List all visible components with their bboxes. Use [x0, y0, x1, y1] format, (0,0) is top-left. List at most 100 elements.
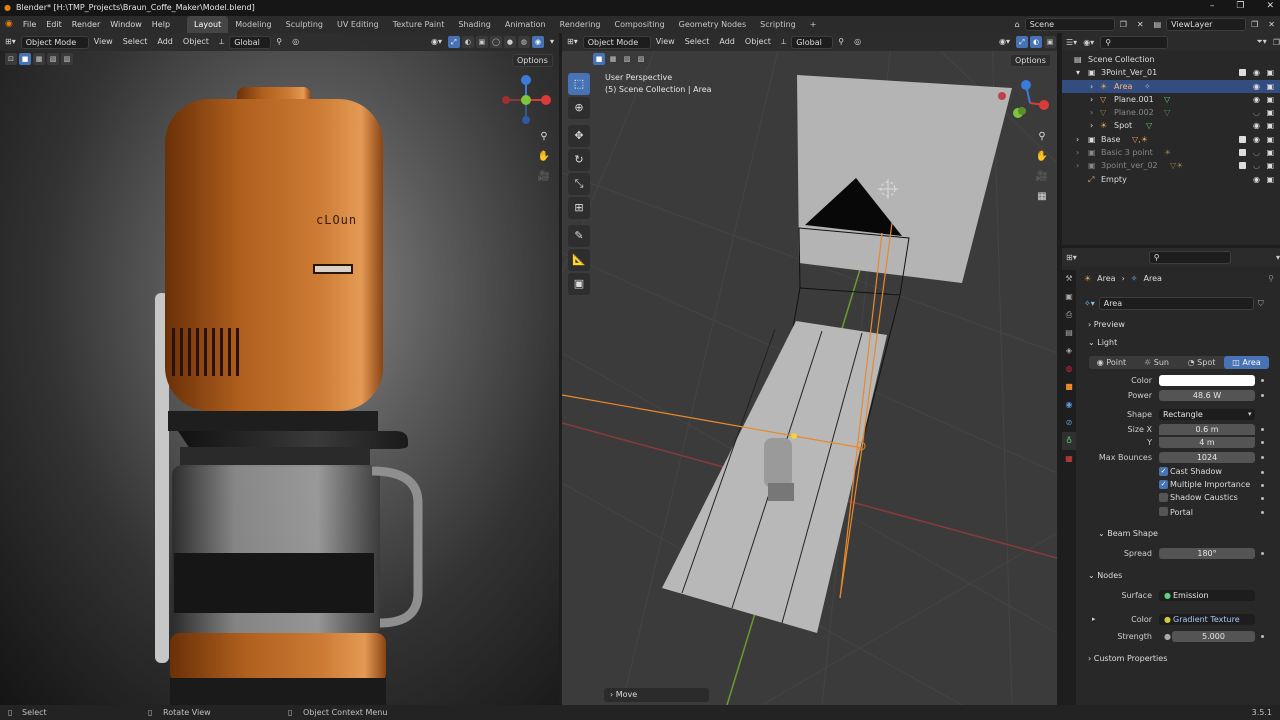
- outliner-item-base[interactable]: › ▣ Base ▽,☀ ◉ ▣: [1062, 133, 1280, 146]
- camera-icon[interactable]: ▣: [1266, 80, 1274, 93]
- keyframe-dot[interactable]: [1261, 497, 1264, 500]
- tab-texture-paint[interactable]: Texture Paint: [386, 16, 452, 33]
- output-tab-icon[interactable]: ⎙: [1062, 306, 1076, 324]
- select-new-icon[interactable]: ■: [593, 53, 605, 65]
- chevron-down-icon[interactable]: ▾: [1076, 66, 1080, 79]
- select-extend-icon[interactable]: ▦: [33, 53, 45, 65]
- exclude-checkbox[interactable]: [1239, 135, 1246, 143]
- eye-closed-icon[interactable]: ◡: [1253, 106, 1260, 119]
- strength-field[interactable]: 5.000: [1172, 631, 1255, 642]
- editor-type-icon[interactable]: ⊞▾: [562, 33, 583, 51]
- menu-object[interactable]: Object: [740, 33, 776, 51]
- editor-type-icon[interactable]: ⊞▾: [1066, 253, 1077, 262]
- camera-icon[interactable]: ▣: [1266, 173, 1274, 186]
- light-datablock-icon[interactable]: ✧▾: [1084, 299, 1095, 308]
- outliner-item-area[interactable]: › ☀ Area ✧ ◉ ▣: [1062, 79, 1280, 93]
- menu-edit[interactable]: Edit: [41, 16, 67, 33]
- keyframe-dot[interactable]: [1261, 428, 1264, 431]
- camera-icon[interactable]: ▣: [1266, 119, 1274, 132]
- blender-menu-icon[interactable]: ◉: [0, 16, 18, 33]
- keyframe-dot[interactable]: [1261, 394, 1264, 397]
- render-tab-icon[interactable]: ▣: [1062, 288, 1076, 306]
- keyframe-dot[interactable]: [1261, 552, 1264, 555]
- editor-type-icon[interactable]: ☰▾: [1066, 38, 1077, 47]
- orientation-select[interactable]: Global: [229, 35, 272, 49]
- transform-tool-icon[interactable]: ⊞: [568, 197, 590, 219]
- scene-field[interactable]: Scene: [1024, 18, 1115, 31]
- light-type-sun[interactable]: ☼ Sun: [1134, 356, 1179, 369]
- custom-properties-header[interactable]: › Custom Properties: [1088, 654, 1167, 663]
- rotate-tool-icon[interactable]: ↻: [568, 149, 590, 171]
- mode-select[interactable]: Object Mode: [20, 35, 89, 49]
- zoom-icon[interactable]: ⚲: [536, 129, 552, 145]
- keyframe-dot[interactable]: [1261, 441, 1264, 444]
- light-panel-header[interactable]: ⌄ Light: [1088, 338, 1117, 347]
- exclude-checkbox[interactable]: [1239, 149, 1246, 157]
- outliner-root[interactable]: ▤ Scene Collection: [1062, 53, 1280, 66]
- gizmo-toggle-icon[interactable]: ⤢: [447, 36, 460, 48]
- nodes-panel-header[interactable]: ⌄ Nodes: [1088, 571, 1122, 580]
- keyframe-dot[interactable]: [1261, 484, 1264, 487]
- view-layer-field[interactable]: ViewLayer: [1166, 18, 1247, 31]
- camera-icon[interactable]: ▣: [1266, 133, 1274, 146]
- navigation-gizmo[interactable]: [1010, 73, 1056, 125]
- editor-type-icon[interactable]: ⊞▾: [0, 33, 21, 51]
- overlay-toggle-icon[interactable]: ◐: [1030, 36, 1042, 48]
- world-tab-icon[interactable]: ◍: [1062, 360, 1076, 378]
- gizmo-toggle-icon[interactable]: ⤢: [1016, 36, 1028, 48]
- zoom-icon[interactable]: ⚲: [1034, 129, 1050, 145]
- scale-tool-icon[interactable]: ⤡: [568, 173, 590, 195]
- light-type-point[interactable]: ◉ Point: [1089, 356, 1134, 369]
- camera-icon[interactable]: ▣: [1266, 66, 1274, 79]
- view-layer-remove-icon[interactable]: ✕: [1263, 16, 1280, 33]
- light-data-tab-icon[interactable]: ♁: [1062, 432, 1076, 450]
- new-collection-icon[interactable]: ❐: [1273, 38, 1280, 47]
- tab-animation[interactable]: Animation: [498, 16, 553, 33]
- select-subtract-icon[interactable]: ▧: [47, 53, 59, 65]
- camera-icon[interactable]: ▣: [1266, 146, 1274, 159]
- tab-uv-editing[interactable]: UV Editing: [330, 16, 386, 33]
- viewport-right[interactable]: ⊞▾ Object Mode View Select Add Object ⟂ …: [562, 33, 1057, 705]
- viewport-left[interactable]: cLOun ⊞▾ Object Mode View Select Add Obj…: [0, 33, 559, 705]
- select-invert-icon[interactable]: ▨: [61, 53, 73, 65]
- tool-tab-icon[interactable]: ⚒: [1062, 270, 1076, 288]
- tab-rendering[interactable]: Rendering: [553, 16, 608, 33]
- chevron-right-icon[interactable]: ›: [1090, 119, 1093, 132]
- max-bounces-field[interactable]: 1024: [1159, 452, 1255, 463]
- view-layer-tab-icon[interactable]: ▤: [1062, 324, 1076, 342]
- multiple-importance-checkbox[interactable]: ✓: [1159, 480, 1168, 489]
- exclude-checkbox[interactable]: [1239, 162, 1246, 170]
- beam-shape-panel-header[interactable]: ⌄ Beam Shape: [1098, 529, 1158, 538]
- outliner-item-plane-001[interactable]: › ▽ Plane.001 ▽ ◉ ▣: [1062, 93, 1280, 106]
- select-subtract-icon[interactable]: ▧: [621, 53, 633, 65]
- options-button[interactable]: Options: [1010, 54, 1051, 67]
- proportional-icon[interactable]: ◎: [287, 33, 304, 51]
- outliner-item-3point-ver-02[interactable]: › ▣ 3point_ver_02 ▽☀ ◡ ▣: [1062, 159, 1280, 172]
- keyframe-dot[interactable]: [1261, 635, 1264, 638]
- spread-field[interactable]: 180°: [1159, 548, 1255, 559]
- snap-icon[interactable]: ⚲: [833, 33, 849, 51]
- navigation-gizmo[interactable]: [500, 73, 555, 128]
- shading-material-icon[interactable]: ◍: [517, 36, 530, 48]
- view-layer-new-icon[interactable]: ❐: [1246, 16, 1263, 33]
- tab-modeling[interactable]: Modeling: [228, 16, 278, 33]
- chevron-right-icon[interactable]: ›: [1076, 133, 1079, 146]
- options-button[interactable]: Options: [512, 54, 553, 67]
- shape-select[interactable]: Rectangle: [1159, 409, 1255, 420]
- size-y-field[interactable]: 4 m: [1159, 437, 1255, 448]
- menu-object[interactable]: Object: [178, 33, 214, 51]
- camera-view-icon[interactable]: 🎥: [536, 169, 552, 185]
- datablock-name-field[interactable]: Area: [1098, 297, 1254, 310]
- light-type-spot[interactable]: ◔ Spot: [1179, 356, 1224, 369]
- measure-tool-icon[interactable]: 📐: [568, 249, 590, 271]
- menu-view[interactable]: View: [89, 33, 118, 51]
- keyframe-dot[interactable]: [1261, 511, 1264, 514]
- tab-sculpting[interactable]: Sculpting: [279, 16, 330, 33]
- keyframe-dot[interactable]: [1261, 379, 1264, 382]
- camera-icon[interactable]: ▣: [1266, 159, 1274, 172]
- shading-rendered-icon[interactable]: ◉: [531, 36, 544, 48]
- cast-shadow-checkbox[interactable]: ✓: [1159, 467, 1168, 476]
- outliner-item-basic-3-point[interactable]: › ▣ Basic 3 point ☀ ◡ ▣: [1062, 146, 1280, 159]
- filter-icon[interactable]: ⏷▾: [1256, 37, 1266, 47]
- preview-panel-header[interactable]: › Preview: [1088, 320, 1125, 329]
